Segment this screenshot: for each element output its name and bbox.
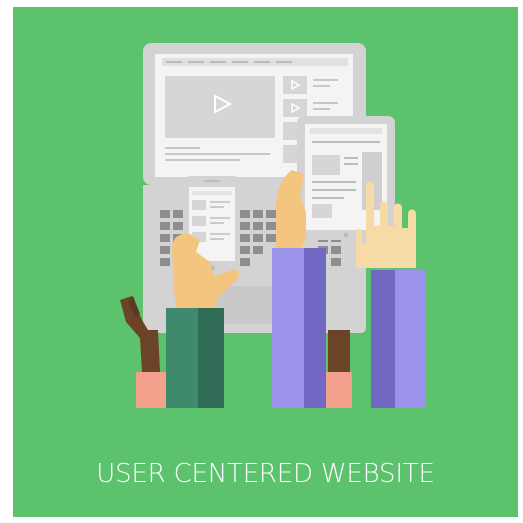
illustration-card: USER CENTERED WEBSITE — [13, 7, 518, 517]
sleeve-shade — [198, 308, 224, 408]
caption-title: USER CENTERED WEBSITE — [96, 459, 435, 489]
user-centered-illustration — [120, 43, 426, 408]
sleeve-shade — [304, 248, 326, 408]
sleeve-shade — [371, 270, 395, 408]
